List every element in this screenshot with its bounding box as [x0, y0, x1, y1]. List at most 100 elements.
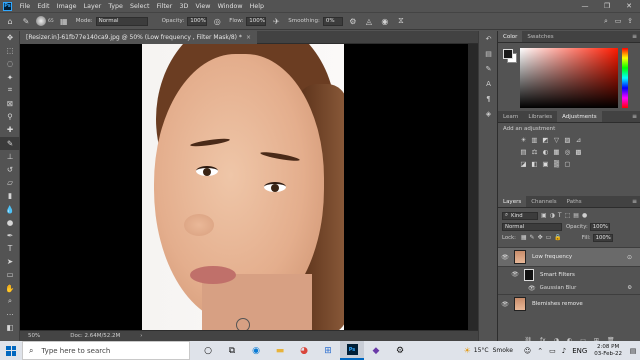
rectangle-tool-icon[interactable]: ▭: [0, 268, 20, 281]
settings-icon[interactable]: ⚙: [388, 341, 412, 360]
document-tab[interactable]: [Resizer.in]-61fb77e140ca9.jpg @ 50% (Lo…: [20, 31, 257, 44]
layer-smart-filters[interactable]: 👁 Smart Filters: [498, 266, 640, 282]
menu-3d[interactable]: 3D: [176, 3, 192, 10]
hue-slider[interactable]: [622, 48, 628, 108]
channel-mixer-icon[interactable]: ◎: [562, 147, 573, 156]
crop-tool-icon[interactable]: ⌗: [0, 84, 20, 97]
zoom-level[interactable]: 50%: [28, 333, 40, 339]
layer-low-frequency[interactable]: 👁 Low frequency ⊙: [498, 247, 640, 266]
pixel-filter-icon[interactable]: ▣: [541, 212, 547, 219]
filter-gaussian-blur[interactable]: 👁 Gaussian Blur ⚙: [498, 282, 640, 294]
panel-menu-icon[interactable]: ≡: [632, 198, 637, 205]
notification-icon[interactable]: ▤: [626, 347, 640, 355]
file-explorer-icon[interactable]: ▬: [268, 341, 292, 360]
history-brush-tool-icon[interactable]: ↺: [0, 163, 20, 176]
layer-blemishes-remove[interactable]: 👁 Blemishes remove: [498, 294, 640, 313]
dodge-tool-icon[interactable]: ●: [0, 216, 20, 229]
blend-mode-select[interactable]: Normal: [502, 222, 562, 231]
menu-select[interactable]: Select: [126, 3, 153, 10]
workspace-icon[interactable]: ▭: [612, 17, 624, 26]
tab-adjustments[interactable]: Adjustments: [557, 111, 602, 122]
move-tool-icon[interactable]: ✥: [0, 31, 20, 44]
pen-tool-icon[interactable]: ✒: [0, 229, 20, 242]
character-icon[interactable]: A: [479, 76, 498, 91]
foreground-color-swatch[interactable]: [503, 49, 513, 59]
lock-artboard-icon[interactable]: ▭: [546, 234, 552, 241]
chrome-icon[interactable]: ◕: [292, 341, 316, 360]
pressure-opacity-icon[interactable]: ◎: [211, 15, 223, 27]
color-lookup-icon[interactable]: ▩: [573, 147, 584, 156]
brightness-contrast-icon[interactable]: ☀: [518, 135, 529, 144]
zoom-tool-icon[interactable]: ⌕: [0, 295, 20, 308]
lock-position-icon[interactable]: ✥: [538, 234, 543, 241]
show-hidden-icons-icon[interactable]: ⌃: [537, 347, 543, 355]
tab-learn[interactable]: Learn: [498, 111, 523, 122]
tab-layers[interactable]: Layers: [498, 196, 527, 207]
share-icon[interactable]: ⇪: [624, 17, 636, 26]
path-selection-tool-icon[interactable]: ➤: [0, 255, 20, 268]
brush-tool-icon[interactable]: ✎: [20, 15, 32, 27]
menu-window[interactable]: Window: [214, 3, 246, 10]
close-document-icon[interactable]: ×: [246, 34, 251, 41]
adjustment-filter-icon[interactable]: ◑: [550, 212, 555, 219]
brush-settings-panel-icon[interactable]: ✎: [479, 61, 498, 76]
menu-file[interactable]: File: [16, 3, 34, 10]
brush-tool-icon[interactable]: ✎: [0, 136, 20, 150]
flow-field[interactable]: 100%: [246, 16, 267, 26]
brush-preset-picker[interactable]: [36, 16, 46, 26]
photoshop-taskbar-icon[interactable]: Ps: [340, 341, 364, 360]
menu-view[interactable]: View: [192, 3, 214, 10]
task-view-icon[interactable]: ⧉: [220, 341, 244, 360]
gradient-fill-icon[interactable]: ▢: [562, 159, 573, 168]
type-tool-icon[interactable]: T: [0, 242, 20, 255]
maximize-button[interactable]: ❐: [596, 0, 618, 12]
volume-icon[interactable]: ♪: [562, 347, 566, 355]
visibility-eye-icon[interactable]: 👁: [510, 271, 520, 278]
selective-color-icon[interactable]: ▒: [551, 159, 562, 168]
people-icon[interactable]: ☺: [524, 347, 531, 355]
visibility-eye-icon[interactable]: 👁: [528, 285, 536, 292]
smoothing-field[interactable]: 0%: [322, 16, 343, 26]
quick-select-tool-icon[interactable]: ✦: [0, 71, 20, 84]
threshold-icon[interactable]: ▣: [540, 159, 551, 168]
language-indicator[interactable]: ENG: [572, 347, 587, 355]
kind-filter-select[interactable]: ⌕ Kind: [502, 211, 538, 220]
healing-brush-tool-icon[interactable]: ✚: [0, 123, 20, 136]
hand-tool-icon[interactable]: ✋: [0, 282, 20, 295]
black-white-icon[interactable]: ◐: [540, 147, 551, 156]
filter-options-icon[interactable]: ⚙: [627, 285, 632, 291]
document-canvas[interactable]: [20, 44, 468, 330]
type-filter-icon[interactable]: T: [558, 212, 562, 219]
menu-layer[interactable]: Layer: [80, 3, 105, 10]
tab-channels[interactable]: Channels: [526, 196, 561, 207]
panel-menu-icon[interactable]: ≡: [632, 33, 637, 40]
app-icon[interactable]: ◆: [364, 341, 388, 360]
status-menu-arrow[interactable]: ›: [140, 333, 142, 339]
menu-edit[interactable]: Edit: [34, 3, 53, 10]
visibility-eye-icon[interactable]: 👁: [500, 254, 510, 261]
menu-image[interactable]: Image: [53, 3, 80, 10]
vibrance-icon[interactable]: ▨: [562, 135, 573, 144]
lock-pixels-icon[interactable]: ✎: [530, 234, 535, 241]
smart-object-filter-icon[interactable]: ▤: [573, 212, 579, 219]
color-swatches-icon[interactable]: ◧: [0, 321, 20, 334]
tab-libraries[interactable]: Libraries: [523, 111, 557, 122]
edge-icon[interactable]: ◉: [244, 341, 268, 360]
visibility-eye-icon[interactable]: 👁: [500, 301, 510, 308]
taskbar-search-box[interactable]: ⌕ Type here to search: [22, 341, 190, 360]
curves-icon[interactable]: ◩: [540, 135, 551, 144]
weather-widget[interactable]: ☀ 15°C Smoke: [464, 346, 513, 355]
gradient-map-icon[interactable]: ⊿: [573, 135, 584, 144]
canvas-area[interactable]: [20, 44, 490, 330]
brush-settings-icon[interactable]: ▦: [58, 15, 70, 27]
close-window-button[interactable]: ✕: [618, 0, 640, 12]
eyedropper-tool-icon[interactable]: ⚲: [0, 110, 20, 123]
filter-toggle-icon[interactable]: ●: [582, 212, 587, 219]
lock-all-icon[interactable]: 🔒: [554, 234, 561, 241]
tab-paths[interactable]: Paths: [562, 196, 587, 207]
minimize-button[interactable]: —: [574, 0, 596, 12]
pressure-size-icon[interactable]: ◉: [379, 15, 391, 27]
color-balance-icon[interactable]: ⚖: [529, 147, 540, 156]
store-icon[interactable]: ⊞: [316, 341, 340, 360]
tab-color[interactable]: Color: [498, 31, 523, 42]
